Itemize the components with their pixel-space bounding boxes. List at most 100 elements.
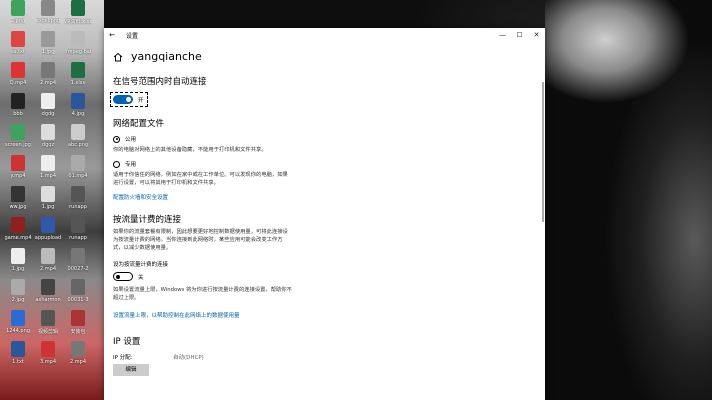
file-icon (71, 31, 85, 47)
radio-unselected-icon[interactable] (113, 160, 120, 168)
file-icon (11, 0, 25, 16)
desktop-icon-label: abc.png (67, 142, 89, 148)
file-icon (11, 62, 25, 78)
desktop-icon-label: dgqz (41, 142, 55, 148)
desktop-icon-label: 01.mp4 (68, 173, 88, 179)
file-icon (71, 0, 85, 16)
data-limit-link[interactable]: 设置流量上限，以帮助控制在此网络上的数据使用量 (113, 311, 545, 319)
ip-heading: IP 设置 (113, 337, 141, 347)
file-icon (41, 217, 55, 233)
desktop-icon-label: 2.jpg (11, 297, 25, 303)
desktop-icon-label: ss.txt (11, 49, 25, 55)
settings-window: ← 设置 — ☐ ✕ yangqianche 在信号范围内时自动连接 开 网络配… (104, 28, 545, 400)
desktop-icon[interactable]: 2.mp4 (62, 341, 94, 377)
minimize-button[interactable]: — (494, 31, 511, 39)
auto-connect-heading: 在信号范围内时自动连接 (113, 77, 207, 87)
home-icon[interactable] (113, 52, 123, 62)
auto-connect-toggle[interactable]: 开 (110, 92, 148, 107)
file-icon (11, 155, 25, 171)
maximize-button[interactable]: ☐ (511, 31, 528, 39)
scrollbar-thumb[interactable] (542, 82, 544, 222)
desktop-icon-label: 2.mp4 (40, 80, 56, 86)
desktop-icon-label: 1.jpg (11, 266, 25, 272)
desktop-icon-label: runapp (69, 204, 87, 210)
file-icon (41, 248, 55, 264)
file-icon (41, 124, 55, 140)
desktop-icon-label: 视频剪辑 (37, 329, 58, 335)
radio-public[interactable]: 公用 (113, 135, 545, 143)
desktop-icon[interactable]: 1.txt (2, 341, 34, 377)
desktop-icon-label: 3.mp4 (40, 359, 56, 365)
metered-description: 如果你的流量套餐有限制，因此想要更好地控制数据使用量，可将此连接设为按流量计费的… (113, 229, 288, 251)
back-arrow-icon[interactable]: ← (104, 31, 120, 39)
metered-state: 关 (138, 274, 144, 281)
public-description: 你的电脑对网络上的其他设备隐藏，不能用于打印机和文件共享。 (113, 147, 267, 153)
desktop-icon-label: 1.txt (12, 359, 24, 365)
desktop-icon-label: dgdg (41, 111, 55, 117)
file-icon (41, 155, 55, 171)
window-title: 设置 (126, 32, 139, 40)
desktop-icon-label: excel.png (35, 18, 61, 24)
radio-selected-icon[interactable] (113, 135, 120, 143)
page-title: yangqianche (131, 50, 202, 63)
file-icon (71, 186, 85, 202)
desktop-icon-label: 1244.png (6, 328, 30, 334)
file-icon (71, 248, 85, 264)
toggle-switch-on[interactable] (113, 95, 133, 104)
file-icon (71, 279, 85, 295)
radio-private[interactable]: 专用 (113, 160, 545, 168)
file-icon (11, 124, 25, 140)
firewall-link[interactable]: 配置防火墙和安全设置 (113, 193, 545, 201)
desktop-icon-label: 00027-2 (67, 266, 89, 272)
file-icon (41, 0, 55, 16)
desktop-icon-label: 4.jpg (71, 111, 85, 117)
private-label: 专用 (125, 162, 137, 168)
file-icon (71, 341, 85, 357)
ip-assign-value: 自动(DHCP) (173, 355, 204, 361)
wallpaper-right (545, 0, 712, 400)
file-icon (71, 124, 85, 140)
desktop-icon-label: 1.jpg (41, 49, 55, 55)
desktop-icon-label: bbb (13, 111, 23, 117)
private-description: 适用于你信任的网络，例如在家中或在工作单位。可以发现你的电脑，如果进行设置，可以… (113, 172, 288, 186)
desktop-icon-label: Q.mp4 (9, 80, 27, 86)
file-icon (41, 93, 55, 109)
desktop-icons: 2.png excel.png VR资料.xlsx ss.txt 1.jpg ffmpeg… (0, 0, 104, 400)
file-icon (41, 62, 55, 78)
metered-toggle[interactable]: 关 (113, 272, 545, 281)
page-header: yangqianche (113, 50, 545, 63)
desktop-icon-label: runapp (69, 235, 87, 241)
file-icon (11, 341, 25, 357)
desktop-icon-label: 1.mp4 (40, 173, 56, 179)
desktop-icon-label: screen.jpg (5, 142, 31, 148)
toggle-switch-off[interactable] (113, 272, 133, 281)
file-icon (71, 155, 85, 171)
desktop-icon-label: 2.png (10, 18, 26, 24)
file-icon (71, 217, 85, 233)
file-icon (71, 310, 85, 326)
file-icon (11, 186, 25, 202)
file-icon (11, 310, 25, 326)
close-button[interactable]: ✕ (528, 31, 545, 39)
file-icon (11, 217, 25, 233)
file-icon (41, 186, 55, 202)
file-icon (41, 341, 55, 357)
desktop-icon-label: 00031-3 (67, 297, 89, 303)
settings-content: yangqianche 在信号范围内时自动连接 开 网络配置文件 公用 你的电脑… (104, 50, 545, 376)
file-icon (41, 31, 55, 47)
scrollbar[interactable] (541, 42, 545, 400)
file-icon (11, 31, 25, 47)
desktop-icon-label: 安装包 (70, 329, 86, 335)
desktop-icon[interactable]: 3.mp4 (32, 341, 64, 377)
title-bar: ← 设置 — ☐ ✕ (104, 28, 545, 42)
public-label: 公用 (125, 137, 137, 143)
edit-button[interactable]: 编辑 (113, 364, 149, 376)
ip-assign-label: IP 分配: (113, 355, 133, 361)
desktop-icon-label: VR资料.xlsx (63, 19, 93, 25)
desktop-icon-label: ffmpeg.bat (64, 49, 92, 55)
metered-toggle-caption: 设为按流量计费的连接 (113, 262, 169, 268)
desktop-icon-label: 1.jpg (41, 204, 55, 210)
ip-assignment-row: IP 分配: 自动(DHCP) (113, 353, 545, 361)
desktop-icon-label: 2.mp4 (70, 359, 86, 365)
metered-heading: 按流量计费的连接 (113, 215, 182, 225)
